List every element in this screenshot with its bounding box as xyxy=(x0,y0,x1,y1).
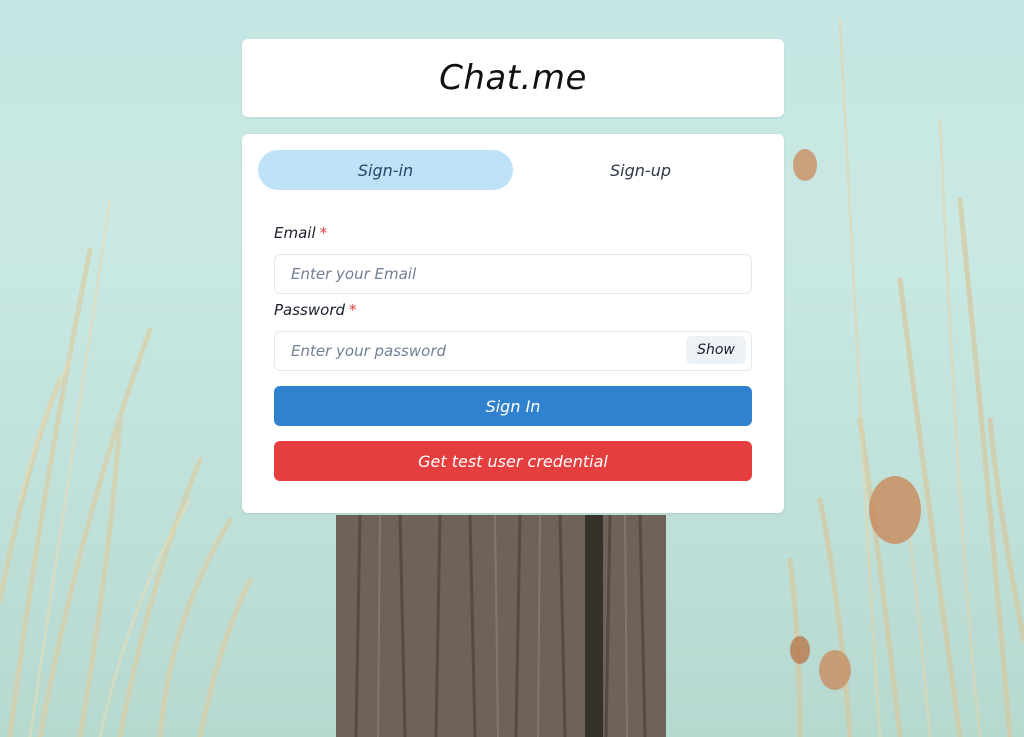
tab-sign-up[interactable]: Sign-up xyxy=(513,150,768,190)
password-label-text: Password xyxy=(274,301,346,319)
email-label-text: Email xyxy=(274,224,316,242)
auth-card: Sign-in Sign-up Email* Password* Show Si… xyxy=(242,134,784,513)
show-password-button[interactable]: Show xyxy=(686,336,746,364)
email-required-mark: * xyxy=(319,224,328,242)
get-test-credential-button[interactable]: Get test user credential xyxy=(274,441,752,481)
app-title-card: Chat.me xyxy=(242,39,784,117)
password-required-mark: * xyxy=(349,301,357,319)
auth-tabs: Sign-in Sign-up xyxy=(258,150,768,190)
sign-in-button[interactable]: Sign In xyxy=(274,386,752,426)
password-input[interactable] xyxy=(274,331,752,371)
email-label: Email * xyxy=(274,224,327,242)
password-label: Password * xyxy=(274,301,357,319)
app-title: Chat.me xyxy=(439,58,587,98)
tab-sign-in[interactable]: Sign-in xyxy=(258,150,513,190)
email-input[interactable] xyxy=(274,254,752,294)
